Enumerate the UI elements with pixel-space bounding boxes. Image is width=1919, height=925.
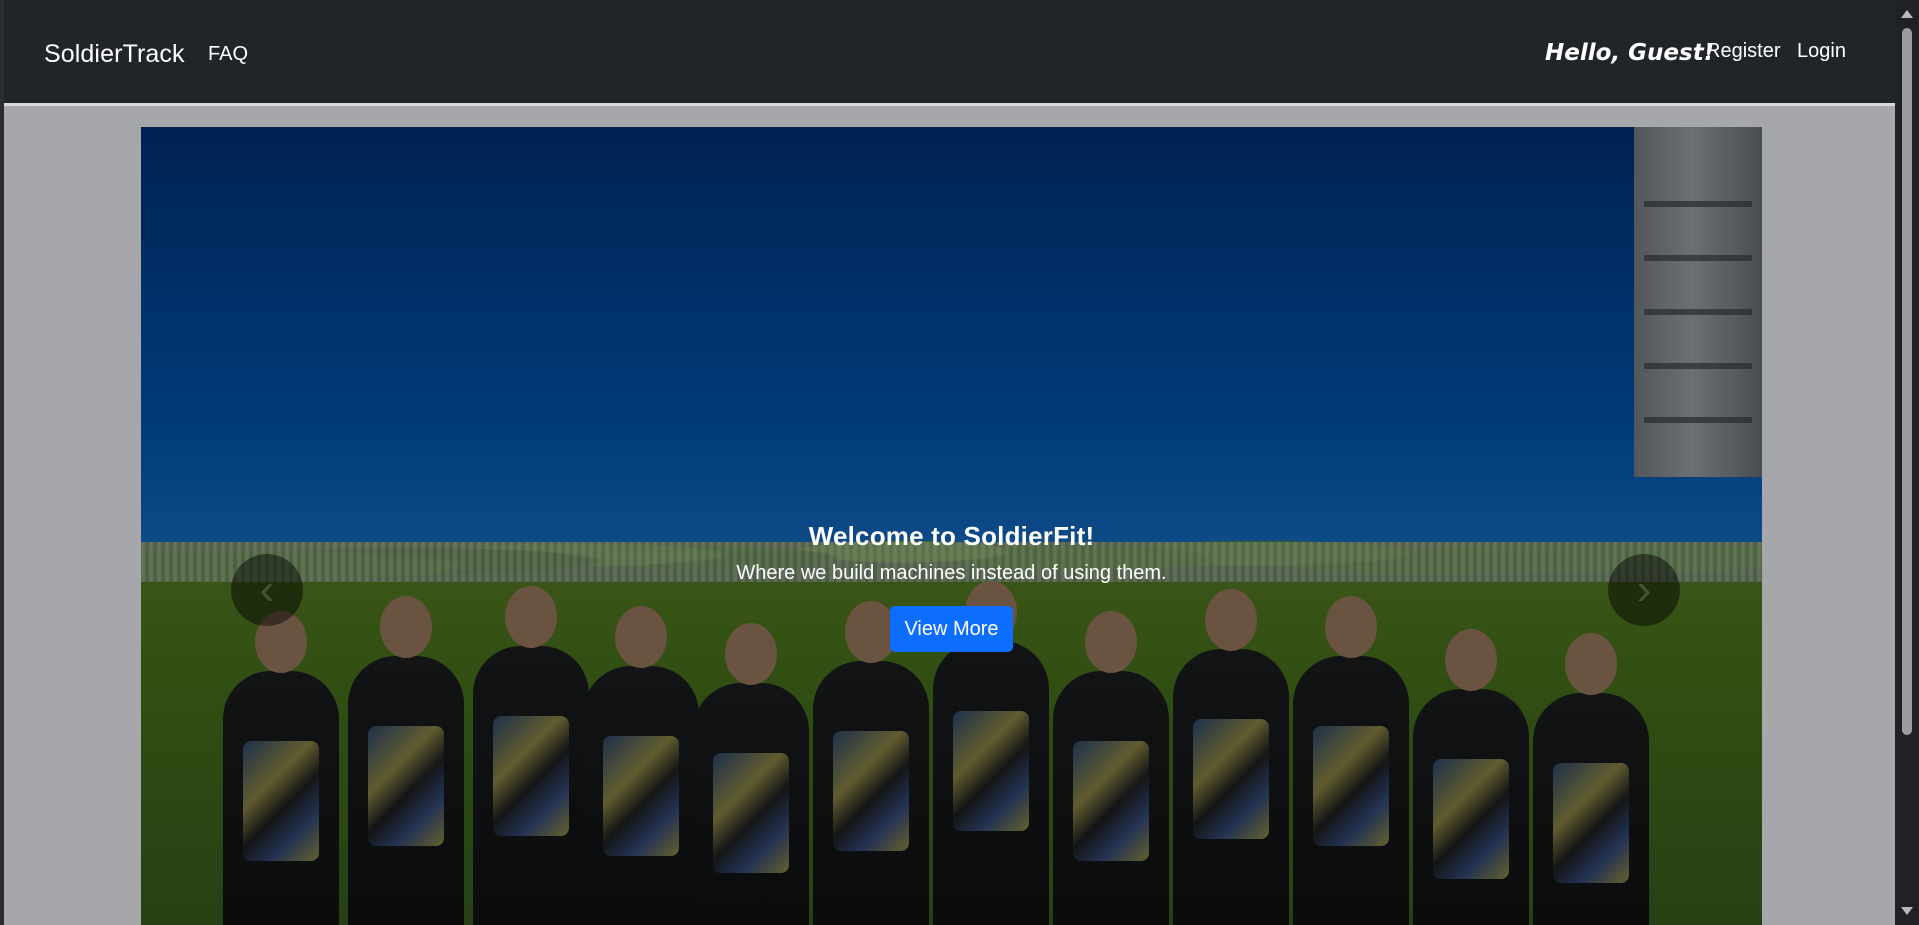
browser-page: SoldierTrack FAQ Hello, Guest! Register … (4, 0, 1895, 925)
carousel-next-button[interactable]: › (1608, 554, 1680, 626)
brand-link[interactable]: SoldierTrack (44, 38, 185, 70)
scrollbar-thumb[interactable] (1902, 28, 1912, 735)
hero-carousel: Welcome to SoldierFit! Where we build ma… (141, 127, 1762, 925)
hero-subtitle: Where we build machines instead of using… (736, 562, 1167, 584)
view-more-button[interactable]: View More (890, 606, 1013, 652)
navbar: SoldierTrack FAQ Hello, Guest! Register … (4, 0, 1895, 106)
hero-title: Welcome to SoldierFit! (808, 521, 1095, 551)
login-link[interactable]: Login (1797, 37, 1846, 65)
chevron-right-icon: › (1636, 565, 1652, 614)
faq-link[interactable]: FAQ (208, 40, 248, 68)
scroll-up-icon[interactable] (1901, 10, 1913, 18)
hero-caption: Welcome to SoldierFit! Where we build ma… (141, 519, 1762, 652)
vertical-scrollbar[interactable] (1895, 0, 1919, 925)
chevron-left-icon: ‹ (259, 565, 275, 614)
scroll-down-icon[interactable] (1901, 907, 1913, 915)
register-link[interactable]: Register (1706, 37, 1780, 65)
guest-greeting: Hello, Guest! (1545, 40, 1715, 66)
carousel-previous-button[interactable]: ‹ (231, 554, 303, 626)
